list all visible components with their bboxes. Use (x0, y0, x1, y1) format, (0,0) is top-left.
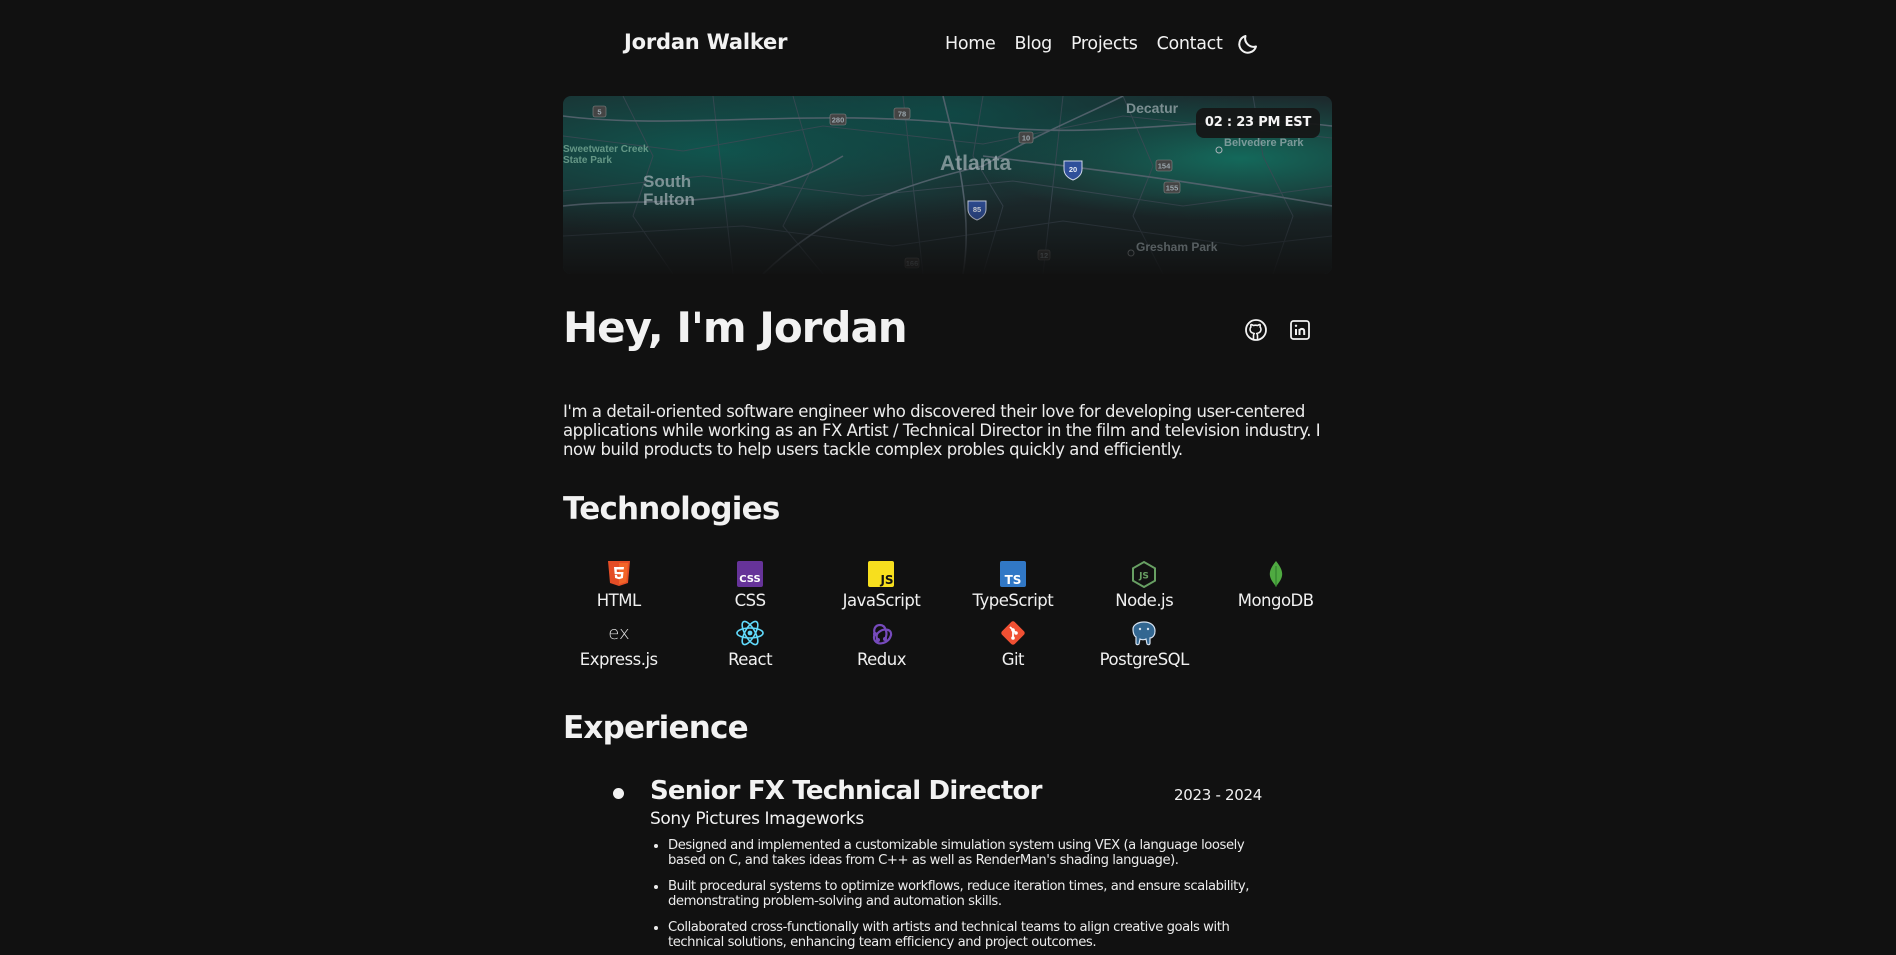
map-label-decatur: Decatur (1126, 100, 1179, 116)
css3-icon: CSS (735, 559, 765, 589)
git-icon (998, 618, 1028, 648)
job-highlights: Designed and implemented a customizable … (650, 838, 1268, 955)
experience-heading: Experience (563, 710, 749, 746)
tech-item-nodejs: JS Node.js (1079, 559, 1210, 610)
nav-projects-link[interactable]: Projects (1071, 34, 1138, 54)
hero-title: Hey, I'm Jordan (563, 303, 908, 352)
tech-item-express: ex Express.js (553, 618, 684, 669)
tech-name: MongoDB (1237, 591, 1314, 610)
typescript-icon: TS (998, 559, 1028, 589)
postgresql-icon (1129, 618, 1159, 648)
portfolio-page: Jordan Walker Home Blog Projects Contact (0, 0, 1896, 955)
main-nav: Home Blog Projects Contact (945, 34, 1242, 54)
job-highlight-item: Built procedural systems to optimize wor… (668, 879, 1268, 909)
tech-item-css: CSS CSS (684, 559, 815, 610)
technologies-grid: HTML CSS CSS JS JavaScript TS TypeScript… (553, 559, 1343, 669)
map-label-belvedere: Belvedere Park (1224, 137, 1304, 149)
svg-text:CSS: CSS (739, 574, 760, 585)
tech-name: TypeScript (972, 591, 1054, 610)
tech-item-git: Git (947, 618, 1078, 669)
map-label-sweetwater: Sweetwater Creek (563, 144, 649, 155)
map-label-fulton: Fulton (643, 190, 695, 209)
job-dates: 2023 - 2024 (1174, 786, 1262, 804)
tech-name: Node.js (1115, 591, 1174, 610)
bio-text: I'm a detail-oriented software engineer … (563, 402, 1321, 459)
svg-text:JS: JS (880, 573, 894, 587)
tech-item-typescript: TS TypeScript (947, 559, 1078, 610)
tech-name: HTML (596, 591, 641, 610)
redux-icon (866, 618, 896, 648)
svg-text:JS: JS (1138, 572, 1149, 582)
nav-blog-link[interactable]: Blog (1014, 34, 1052, 54)
tech-item-javascript: JS JavaScript (816, 559, 947, 610)
local-time-badge: 02 : 23 PM EST (1196, 108, 1320, 138)
linkedin-icon[interactable] (1288, 318, 1312, 342)
nav-contact-link[interactable]: Contact (1157, 34, 1223, 54)
map-label-atlanta: Atlanta (940, 152, 1012, 175)
tech-item-mongodb: MongoDB (1210, 559, 1341, 610)
experience-bullet (613, 788, 624, 799)
tech-name: JavaScript (842, 591, 921, 610)
job-highlight-item: Collaborated cross-functionally with art… (668, 920, 1268, 950)
nodejs-icon: JS (1129, 559, 1159, 589)
map-label-south: South (643, 172, 692, 191)
tech-name: Express.js (579, 650, 658, 669)
svg-text:TS: TS (1004, 573, 1021, 587)
html5-icon (604, 559, 634, 589)
technologies-heading: Technologies (563, 491, 780, 527)
site-brand[interactable]: Jordan Walker (624, 30, 787, 54)
tech-name: Git (1001, 650, 1025, 669)
job-highlight-item: Designed and implemented a customizable … (668, 838, 1268, 868)
github-icon[interactable] (1244, 318, 1268, 342)
tech-item-redux: Redux (816, 618, 947, 669)
tech-name: PostgreSQL (1099, 650, 1190, 669)
map-label-gresham: Gresham Park (1136, 240, 1218, 254)
tech-item-postgresql: PostgreSQL (1079, 618, 1210, 669)
tech-name: React (728, 650, 773, 669)
job-company: Sony Pictures Imageworks (650, 809, 864, 829)
job-title: Senior FX Technical Director (650, 776, 1042, 806)
mongodb-icon (1261, 559, 1291, 589)
svg-text:ex: ex (608, 623, 629, 644)
tech-item-react: React (684, 618, 815, 669)
tech-item-html: HTML (553, 559, 684, 610)
express-icon: ex (604, 618, 634, 648)
moon-icon[interactable] (1236, 32, 1260, 56)
javascript-icon: JS (866, 559, 896, 589)
tech-name: CSS (734, 591, 766, 610)
nav-home-link[interactable]: Home (945, 34, 996, 54)
react-icon (735, 618, 765, 648)
map-label-state-park: State Park (563, 155, 612, 166)
tech-name: Redux (856, 650, 907, 669)
